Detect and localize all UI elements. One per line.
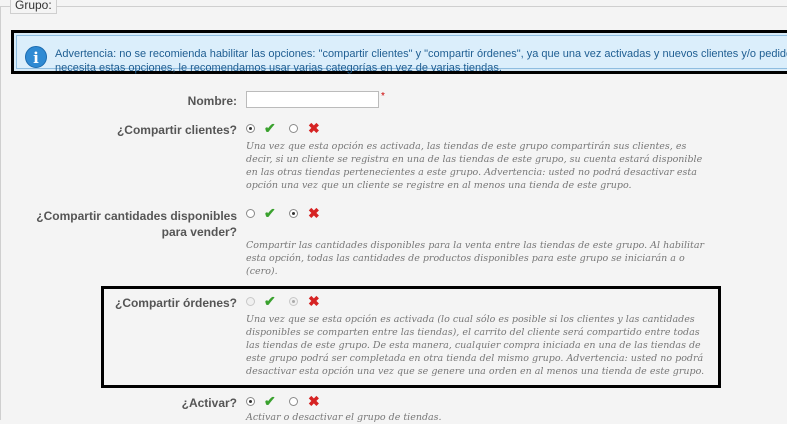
desc-line: Compartir las cantidades disponibles par… [246,240,705,251]
desc-line: esta opción, todas las cantidades de pro… [246,253,685,264]
active-label: ¿Activar? [181,396,237,410]
share-orders-yes-radio[interactable] [246,297,255,306]
share-customers-no-radio[interactable] [289,124,298,133]
cross-icon: ✖ [308,205,320,221]
fieldset-border [0,6,787,7]
warning-inner: i Advertencia: no se recomienda habilita… [16,35,787,74]
fieldset-legend: Grupo: [10,0,57,14]
share-stock-label: ¿Compartir cantidades disponibles para v… [20,208,237,240]
active-description: Activar o desactivar el grupo de tiendas… [246,411,442,424]
name-label: Nombre: [187,94,237,108]
share-stock-label-line-1: ¿Compartir cantidades disponibles [36,209,237,223]
desc-line: las tiendas de este grupo. De esta maner… [246,340,701,351]
required-mark: * [381,91,385,102]
desc-line: en las otras tiendas pertenecientes a es… [246,167,697,178]
share-customers-label: ¿Compartir clientes? [116,123,237,137]
desc-line: desactivar esta opción una vez que se ge… [246,366,705,377]
desc-line: este grupo podrá ser completada en otra … [246,353,704,364]
desc-line: Activar o desactivar el grupo de tiendas… [246,412,442,423]
check-icon: ✔ [264,120,276,136]
active-yes-radio[interactable] [246,397,255,406]
share-stock-label-line-2: para vender? [161,225,237,239]
share-orders-no-radio[interactable] [289,297,298,306]
warning-line-2: necesita estas opciones, le recomendamos… [55,62,502,74]
cross-icon: ✖ [308,293,320,309]
active-no-radio[interactable] [289,397,298,406]
share-customers-yes-radio[interactable] [246,124,255,133]
check-icon: ✔ [264,393,276,409]
name-field[interactable] [246,91,379,108]
warning-text: Advertencia: no se recomienda habilitar … [55,47,787,75]
desc-line: disponibles se comparten entre las tiend… [246,327,700,338]
desc-line: Una vez que se esta opción es activada (… [246,314,695,325]
warning-box: i Advertencia: no se recomienda habilita… [11,30,787,74]
fieldset-border-left [0,6,1,420]
desc-line: Una vez que esta opción es activada, las… [246,141,687,152]
share-stock-no-radio[interactable] [289,209,298,218]
info-icon: i [25,46,47,68]
share-orders-label: ¿Compartir órdenes? [114,296,237,310]
warning-line-1: Advertencia: no se recomienda habilitar … [55,48,787,60]
share-customers-description: Una vez que esta opción es activada, las… [246,140,702,192]
share-orders-description: Una vez que se esta opción es activada (… [246,313,704,378]
share-stock-yes-radio[interactable] [246,209,255,218]
desc-line: opción una vez que un cliente se registr… [246,180,632,191]
desc-line: (cero). [246,266,278,277]
check-icon: ✔ [264,293,276,309]
desc-line: decir, si un cliente se registra en una … [246,154,703,165]
cross-icon: ✖ [308,393,320,409]
share-stock-description: Compartir las cantidades disponibles par… [246,239,704,278]
check-icon: ✔ [264,205,276,221]
cross-icon: ✖ [308,120,320,136]
